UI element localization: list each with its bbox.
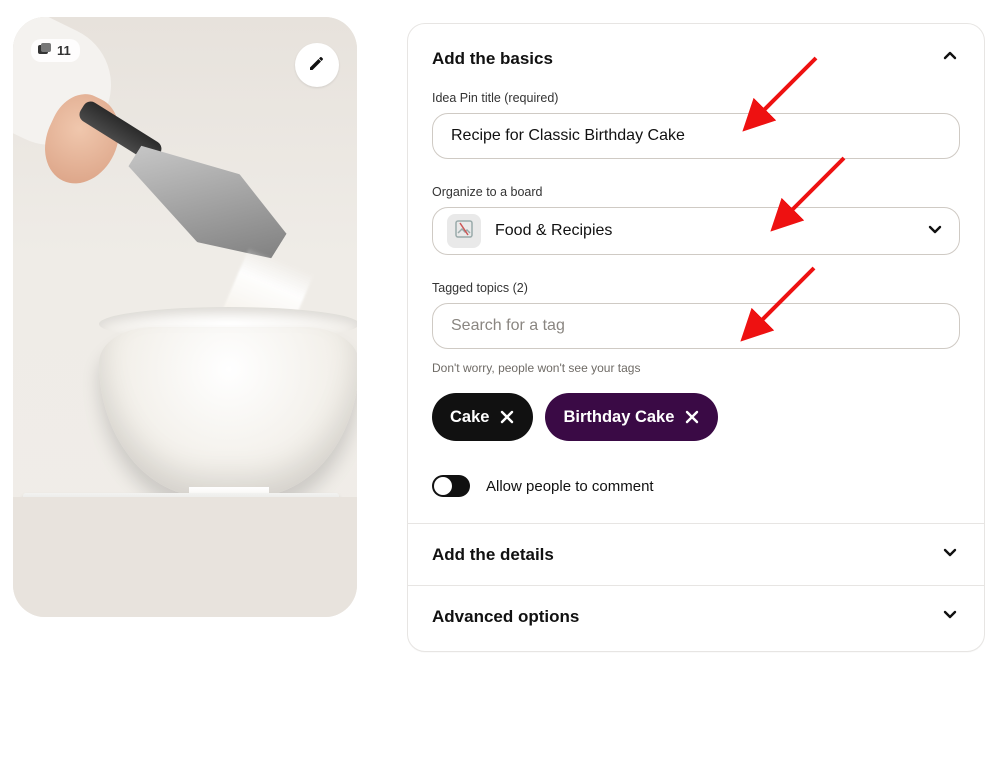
- pin-preview[interactable]: 11: [13, 17, 357, 617]
- chevron-up-icon: [940, 46, 960, 71]
- section-basics-title: Add the basics: [432, 49, 553, 69]
- tag-search-input[interactable]: [432, 303, 960, 349]
- tags-helper-text: Don't worry, people won't see your tags: [432, 361, 960, 375]
- section-advanced-header[interactable]: Advanced options: [408, 586, 984, 651]
- tags-field-label: Tagged topics (2): [432, 281, 960, 295]
- pin-title-input[interactable]: [432, 113, 960, 159]
- tag-chip[interactable]: Cake: [432, 393, 533, 441]
- section-basics: Add the basics Idea Pin title (required)…: [408, 24, 984, 523]
- close-icon[interactable]: [684, 409, 700, 425]
- chevron-down-icon: [940, 604, 960, 629]
- tag-list: Cake Birthday Cake: [432, 393, 960, 441]
- pages-icon: [37, 42, 53, 59]
- board-select[interactable]: Food & Recipies: [432, 207, 960, 255]
- close-icon[interactable]: [499, 409, 515, 425]
- section-details-header[interactable]: Add the details: [408, 524, 984, 585]
- preview-scene: [13, 17, 357, 617]
- section-advanced-title: Advanced options: [432, 607, 579, 627]
- page-count-badge: 11: [31, 39, 80, 62]
- section-basics-header[interactable]: Add the basics: [432, 46, 960, 71]
- edit-button[interactable]: [295, 43, 339, 87]
- pencil-icon: [307, 53, 327, 78]
- comments-toggle-label: Allow people to comment: [486, 478, 654, 495]
- chevron-down-icon: [940, 542, 960, 567]
- comments-toggle-row: Allow people to comment: [432, 475, 960, 497]
- broken-image-icon: [454, 219, 474, 244]
- pin-editor-panel: Add the basics Idea Pin title (required)…: [407, 23, 985, 652]
- title-field-label: Idea Pin title (required): [432, 91, 960, 105]
- chevron-down-icon: [925, 219, 945, 244]
- comments-toggle[interactable]: [432, 475, 470, 497]
- page-count: 11: [57, 43, 71, 58]
- board-thumbnail: [447, 214, 481, 248]
- board-field-label: Organize to a board: [432, 185, 960, 199]
- tag-chip[interactable]: Birthday Cake: [545, 393, 718, 441]
- board-name: Food & Recipies: [495, 222, 911, 240]
- section-details-title: Add the details: [432, 545, 554, 565]
- tag-label: Cake: [450, 408, 489, 427]
- tag-label: Birthday Cake: [563, 408, 674, 427]
